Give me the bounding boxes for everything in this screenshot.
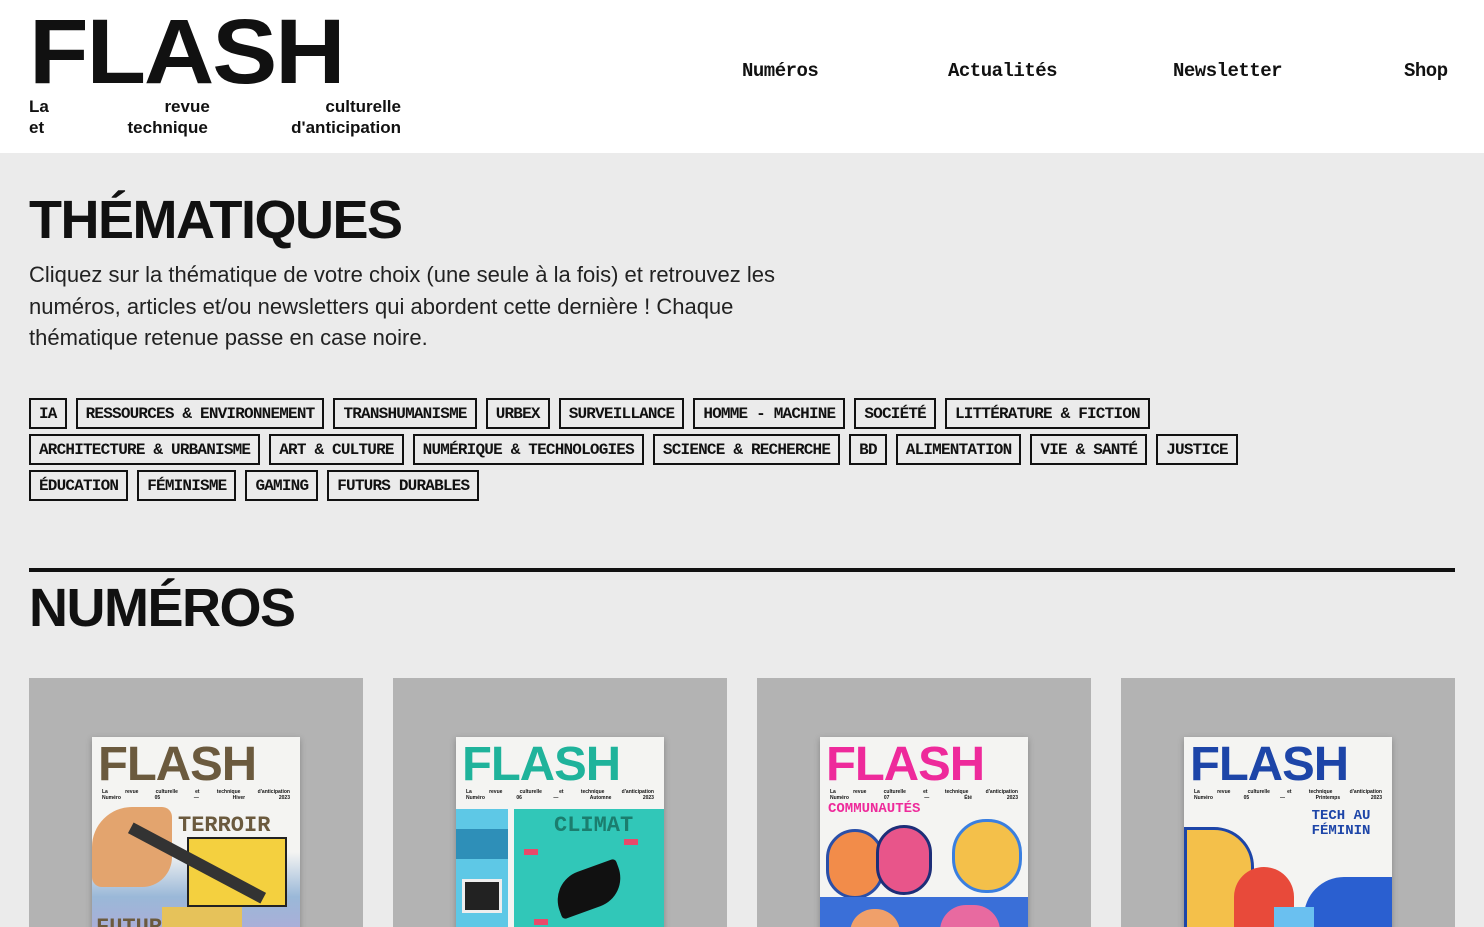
numeros-title: NUMÉROS	[29, 578, 296, 638]
cover-info-word: Numéro	[102, 795, 121, 801]
theme-tag[interactable]: SURVEILLANCE	[558, 398, 685, 429]
cover-info-word: 05	[1243, 795, 1250, 801]
site-header: FLASH La revue culturelle et technique d…	[0, 0, 1484, 153]
theme-tag[interactable]: SOCIÉTÉ	[854, 398, 936, 429]
theme-tag[interactable]: ALIMENTATION	[895, 434, 1022, 465]
main-nav: Numéros Actualités Newsletter Shop	[0, 60, 1484, 88]
theme-tag[interactable]: FUTURS DURABLES	[327, 470, 480, 501]
cover-info-word: —	[924, 795, 930, 801]
theme-tag[interactable]: BD	[849, 434, 887, 465]
nav-link-numeros[interactable]: Numéros	[742, 60, 819, 82]
cover-info-word: 2023	[642, 795, 654, 801]
tagline-word: d'anticipation	[291, 118, 401, 137]
cover-logo: FLASH	[462, 738, 621, 791]
issue-cover: FLASH La revue culturelle et technique d'anti…	[1184, 737, 1392, 927]
theme-tag[interactable]: RESSOURCES & ENVIRONNEMENT	[75, 398, 325, 429]
nav-link-newsletter[interactable]: Newsletter	[1173, 60, 1283, 82]
cover-logo: FLASH	[826, 738, 985, 791]
issue-cover: FLASH La revue culturelle et technique d'anti…	[456, 737, 664, 927]
issues-grid: FLASH La revue culturelle et technique d'anti…	[29, 678, 1455, 927]
theme-tag[interactable]: JUSTICE	[1156, 434, 1238, 465]
cover-info-word: —	[193, 795, 199, 801]
cover-info-word: Numéro	[1194, 795, 1213, 801]
cover-issue-info: Numéro 05 — Printemps 2023	[1194, 795, 1382, 801]
cover-artwork	[820, 819, 1028, 927]
tagline-word: et	[29, 118, 45, 137]
tag-row: IA RESSOURCES & ENVIRONNEMENT TRANSHUMAN…	[29, 398, 1469, 429]
cover-info-word: Numéro	[466, 795, 485, 801]
cover-issue-info: Numéro 06 — Automne 2023	[466, 795, 654, 801]
issue-cover: FLASH La revue culturelle et technique d'anti…	[92, 737, 300, 927]
theme-tag[interactable]: ÉDUCATION	[29, 470, 129, 501]
nav-link-shop[interactable]: Shop	[1404, 60, 1448, 82]
cover-logo: FLASH	[1190, 738, 1349, 791]
cover-info-word: —	[553, 795, 559, 801]
nav-link-actualites[interactable]: Actualités	[948, 60, 1058, 82]
cover-info-word: Automne	[589, 795, 612, 801]
cover-info-word: 05	[154, 795, 161, 801]
cover-info-word: 2023	[1006, 795, 1018, 801]
theme-tag[interactable]: NUMÉRIQUE & TECHNOLOGIES	[412, 434, 644, 465]
issue-card[interactable]: FLASH La revue culturelle et technique d'anti…	[1121, 678, 1455, 927]
tag-row: ÉDUCATION FÉMINISME GAMING FUTURS DURABL…	[29, 470, 1469, 501]
theme-tag[interactable]: IA	[29, 398, 67, 429]
issue-card[interactable]: FLASH La revue culturelle et technique d'anti…	[393, 678, 727, 927]
theme-tag[interactable]: HOMME - MACHINE	[693, 398, 846, 429]
theme-tag[interactable]: FÉMINISME	[137, 470, 237, 501]
cover-info-word: Été	[964, 795, 972, 801]
cover-info-word: Printemps	[1315, 795, 1341, 801]
cover-artwork	[456, 809, 508, 927]
cover-theme: CLIMAT	[554, 813, 634, 838]
theme-tag[interactable]: ART & CULTURE	[269, 434, 404, 465]
theme-tag[interactable]: ARCHITECTURE & URBANISME	[29, 434, 261, 465]
tag-row: ARCHITECTURE & URBANISME ART & CULTURE N…	[29, 434, 1469, 465]
cover-logo: FLASH	[98, 738, 257, 791]
themes-title: THÉMATIQUES	[29, 190, 403, 250]
cover-theme: TERROIR	[178, 813, 271, 838]
cover-info-word: —	[1279, 795, 1285, 801]
theme-tag[interactable]: URBEX	[485, 398, 550, 429]
theme-tag[interactable]: TRANSHUMANISME	[333, 398, 477, 429]
themes-intro: Cliquez sur la thématique de votre choix…	[29, 262, 775, 350]
issue-cover: FLASH La revue culturelle et technique d'anti…	[820, 737, 1028, 927]
theme-tag[interactable]: VIE & SANTÉ	[1030, 434, 1148, 465]
issue-card[interactable]: FLASH La revue culturelle et technique d'anti…	[29, 678, 363, 927]
cover-info-word: 2023	[1370, 795, 1382, 801]
cover-issue-info: Numéro 05 — Hiver 2023	[102, 795, 290, 801]
cover-theme: TECH AU FÉMININ	[1311, 808, 1371, 839]
theme-tag[interactable]: GAMING	[245, 470, 319, 501]
theme-tag[interactable]: LITTÉRATURE & FICTION	[944, 398, 1150, 429]
issue-card[interactable]: FLASH La revue culturelle et technique d'anti…	[757, 678, 1091, 927]
cover-info-word: Hiver	[232, 795, 246, 801]
theme-tag[interactable]: SCIENCE & RECHERCHE	[652, 434, 841, 465]
cover-info-word: 06	[516, 795, 522, 801]
theme-tags: IA RESSOURCES & ENVIRONNEMENT TRANSHUMAN…	[29, 398, 1469, 506]
cover-theme-secondary: FUTUR	[96, 915, 162, 927]
cover-theme: COMMUNAUTÉS	[828, 801, 921, 817]
section-divider	[29, 568, 1455, 572]
cover-info-word: 2023	[278, 795, 290, 801]
tagline-word: technique	[127, 118, 208, 137]
